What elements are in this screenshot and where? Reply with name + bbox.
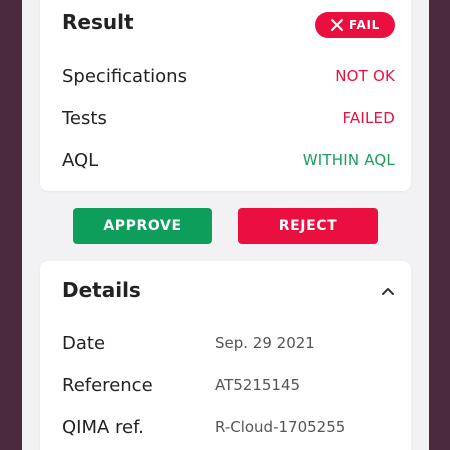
result-title: Result xyxy=(62,10,134,34)
details-row-date: Date Sep. 29 2021 xyxy=(62,330,395,356)
fail-badge-label: FAIL xyxy=(348,18,381,32)
fail-badge: FAIL xyxy=(315,12,395,38)
details-row-qima-ref: QIMA ref. R-Cloud-1705255 xyxy=(62,414,395,440)
details-row-value: AT5215145 xyxy=(215,376,301,394)
approve-button[interactable]: APPROVE xyxy=(73,208,212,244)
app-screen: Result FAIL Specifications NOT OK Tests … xyxy=(22,0,429,450)
close-icon xyxy=(330,18,344,32)
result-row-tests: Tests FAILED xyxy=(62,106,395,130)
chevron-up-icon[interactable] xyxy=(380,283,396,299)
details-title: Details xyxy=(62,278,141,302)
details-row-value: Sep. 29 2021 xyxy=(215,334,315,352)
result-row-label: Specifications xyxy=(62,65,187,87)
details-row-label: Reference xyxy=(62,374,153,396)
result-card: Result FAIL Specifications NOT OK Tests … xyxy=(40,0,411,191)
result-row-specifications: Specifications NOT OK xyxy=(62,64,395,88)
result-row-value: WITHIN AQL xyxy=(302,151,395,169)
result-row-value: NOT OK xyxy=(335,67,395,85)
details-row-reference: Reference AT5215145 xyxy=(62,372,395,398)
details-row-label: Date xyxy=(62,332,106,354)
result-row-aql: AQL WITHIN AQL xyxy=(62,148,395,172)
result-row-value: FAILED xyxy=(342,109,395,127)
reject-button[interactable]: REJECT xyxy=(238,208,378,244)
details-row-label: QIMA ref. xyxy=(62,416,144,438)
details-row-value: R-Cloud-1705255 xyxy=(215,418,346,436)
details-card: Details Date Sep. 29 2021 Reference AT52… xyxy=(40,261,411,450)
result-row-label: AQL xyxy=(62,149,99,171)
result-row-label: Tests xyxy=(62,107,107,129)
